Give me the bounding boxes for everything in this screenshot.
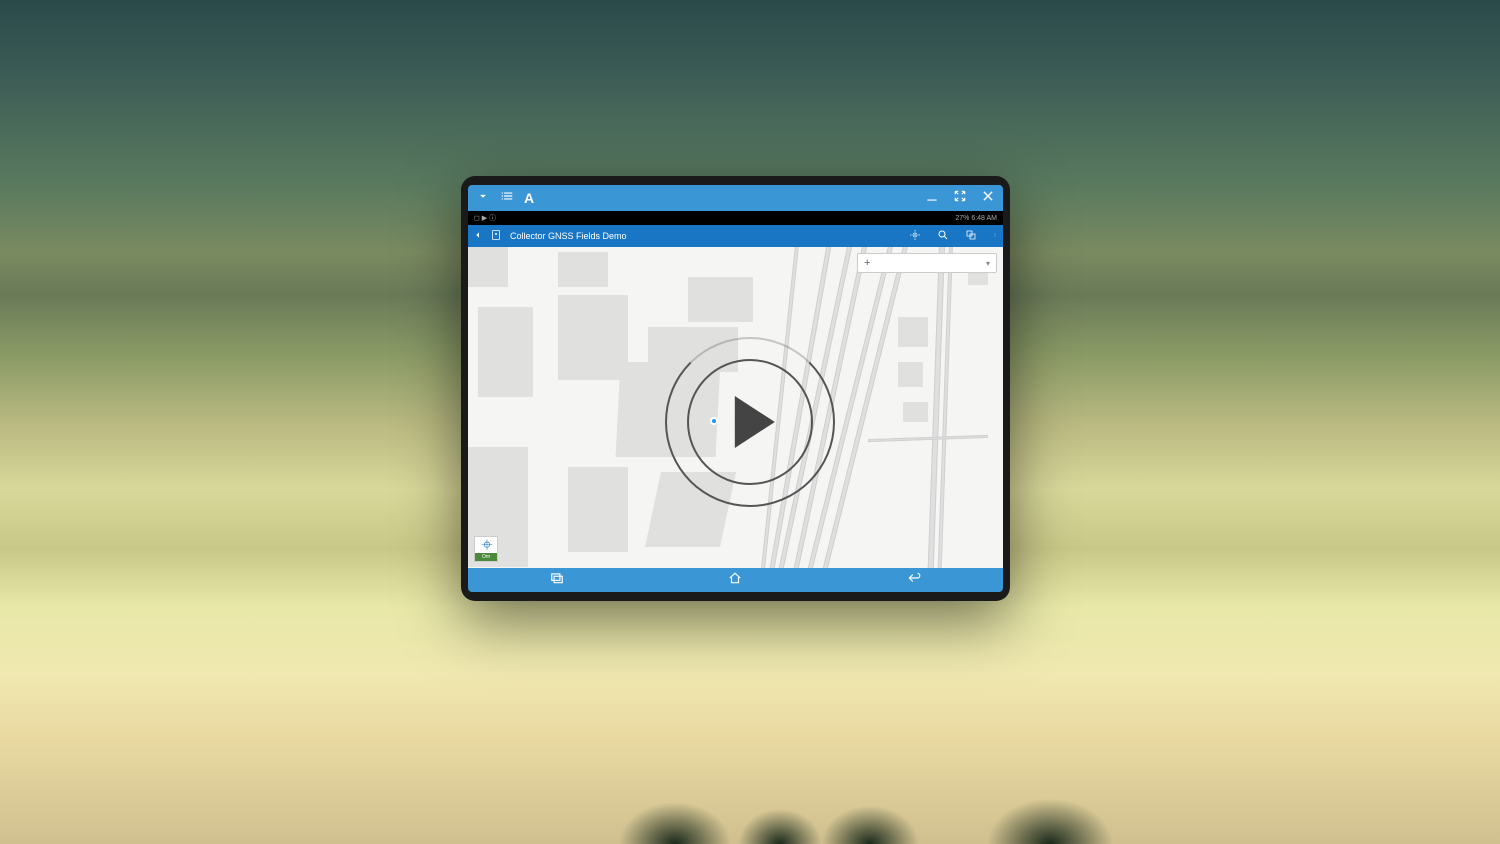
search-icon[interactable] xyxy=(937,229,949,243)
feature-dropdown[interactable]: ▾ xyxy=(986,259,990,268)
back-icon[interactable] xyxy=(474,229,482,243)
minimize-icon[interactable] xyxy=(925,189,939,208)
status-right-text: 27% 6:48 AM xyxy=(955,215,997,222)
clipboard-map-icon xyxy=(490,229,502,243)
chevron-down-icon[interactable] xyxy=(476,189,490,208)
nav-back-icon[interactable] xyxy=(905,571,923,590)
android-status-bar: ◻ ▶ ⓘ 27% 6:48 AM xyxy=(468,211,1003,225)
recent-apps-icon[interactable] xyxy=(548,571,566,590)
app-title: Collector GNSS Fields Demo xyxy=(510,231,627,241)
home-icon[interactable] xyxy=(726,571,744,590)
more-icon[interactable] xyxy=(993,229,997,243)
locate-icon[interactable] xyxy=(909,229,921,243)
current-location-dot xyxy=(710,417,718,425)
scale-text: Om xyxy=(482,554,490,560)
status-left-icons: ◻ ▶ ⓘ xyxy=(474,213,496,223)
text-a-icon[interactable]: A xyxy=(524,190,534,206)
fullscreen-icon[interactable] xyxy=(953,189,967,208)
mirror-control-bar: A xyxy=(468,185,1003,211)
list-icon[interactable] xyxy=(500,189,514,208)
tablet-frame: A ◻ ▶ ⓘ 27% 6:48 AM xyxy=(461,176,1010,601)
add-feature-button[interactable]: + xyxy=(864,257,870,269)
basemap xyxy=(468,247,1003,568)
tablet-screen: A ◻ ▶ ⓘ 27% 6:48 AM xyxy=(468,185,1003,592)
feature-add-bar: + ▾ xyxy=(857,253,997,273)
layers-icon[interactable] xyxy=(965,229,977,243)
scale-legend: Om xyxy=(474,536,498,562)
close-icon[interactable] xyxy=(981,189,995,208)
android-nav-bar xyxy=(468,568,1003,592)
app-action-bar: Collector GNSS Fields Demo xyxy=(468,225,1003,247)
map-viewport[interactable]: + ▾ Om xyxy=(468,247,1003,568)
